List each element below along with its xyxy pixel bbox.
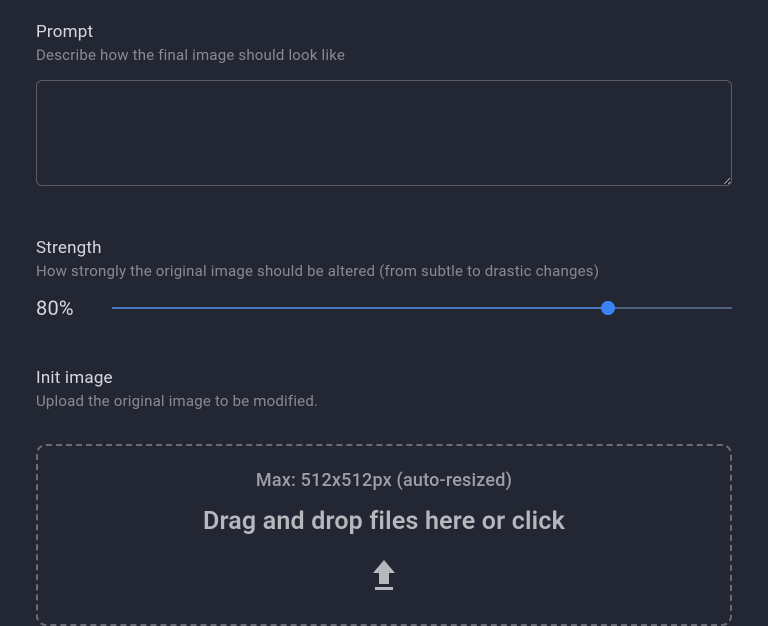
strength-row: 80% [36,296,732,320]
slider-fill [112,307,608,309]
strength-help: How strongly the original image should b… [36,262,732,280]
upload-icon [369,558,399,592]
init-image-label: Init image [36,368,732,388]
strength-slider[interactable] [112,298,732,318]
prompt-help: Describe how the final image should look… [36,46,732,64]
dropzone-max-text: Max: 512x512px (auto-resized) [48,470,720,491]
slider-thumb[interactable] [601,301,615,315]
prompt-label: Prompt [36,22,732,42]
dropzone-main-text: Drag and drop files here or click [48,507,720,536]
prompt-input[interactable] [36,80,732,186]
init-image-help: Upload the original image to be modified… [36,392,732,410]
strength-section: Strength How strongly the original image… [36,238,732,320]
strength-value: 80% [36,296,82,320]
strength-label: Strength [36,238,732,258]
prompt-section: Prompt Describe how the final image shou… [36,22,732,190]
init-image-dropzone[interactable]: Max: 512x512px (auto-resized) Drag and d… [36,444,732,626]
init-image-section: Init image Upload the original image to … [36,368,732,626]
